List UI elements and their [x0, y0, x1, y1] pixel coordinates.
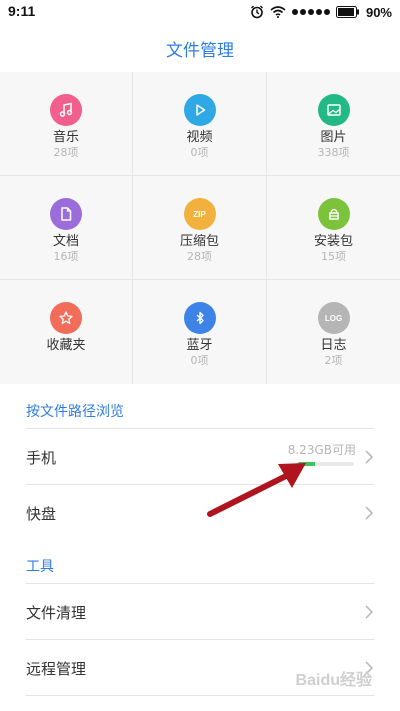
category-bluetooth[interactable]: 蓝牙 0项 [133, 280, 267, 384]
category-video[interactable]: 视频 0项 [133, 72, 267, 176]
document-icon [50, 198, 82, 230]
row-label: 手机 [26, 449, 57, 467]
battery-percent: 90% [365, 4, 392, 20]
category-favorites[interactable]: 收藏夹 [0, 280, 133, 384]
storage-available-text: 8.23GB可用 [287, 443, 356, 457]
kuaipan-row[interactable]: 快盘 [0, 485, 400, 540]
category-label: 图片 [320, 130, 347, 145]
category-documents[interactable]: 文档 16项 [0, 176, 133, 280]
category-archives[interactable]: ZIP 压缩包 28项 [133, 176, 267, 280]
alarm-icon [250, 5, 263, 19]
status-time: 9:11 [8, 3, 36, 19]
category-grid: 音乐 28项 视频 0项 图片 338项 文档 16项 ZIP 压缩包 28项 [0, 72, 400, 384]
zip-icon: ZIP [183, 198, 216, 230]
category-packages[interactable]: 安装包 15项 [267, 176, 400, 280]
category-label: 视频 [186, 130, 213, 145]
chevron-right-icon [365, 605, 374, 619]
category-label: 日志 [320, 338, 347, 353]
package-icon [317, 198, 350, 230]
category-count: 15项 [321, 250, 346, 263]
chevron-right-icon [365, 506, 374, 520]
category-count: 0项 [190, 146, 209, 159]
category-count: 2项 [324, 354, 343, 367]
phone-storage-row[interactable]: 手机 8.23GB可用 [0, 429, 400, 484]
file-cleanup-row[interactable]: 文件清理 [0, 584, 400, 639]
page-title: 文件管理 [166, 40, 234, 61]
category-images[interactable]: 图片 338项 [267, 72, 400, 176]
battery-icon [335, 6, 359, 18]
browse-section-header: 按文件路径浏览 [26, 404, 124, 420]
storage-usage-bar [298, 462, 354, 466]
row-label: 远程管理 [26, 660, 87, 678]
bluetooth-icon [183, 302, 216, 334]
music-note-icon [50, 94, 82, 126]
signal-strength-icon [291, 9, 330, 15]
category-count: 28项 [187, 250, 212, 263]
category-count: 338项 [317, 146, 350, 159]
row-label: 文件清理 [26, 604, 87, 622]
title-bar: 文件管理 [0, 24, 400, 73]
category-count: 16项 [53, 250, 79, 263]
category-label: 文档 [52, 234, 79, 249]
status-bar: 9:11 90% [0, 0, 400, 24]
log-icon: LOG [317, 302, 350, 334]
play-icon [183, 94, 216, 126]
chevron-right-icon [365, 450, 374, 464]
divider [26, 695, 374, 696]
category-label: 蓝牙 [186, 338, 213, 353]
category-label: 音乐 [52, 130, 79, 145]
storage-usage-fill [298, 462, 315, 466]
category-logs[interactable]: LOG 日志 2项 [267, 280, 400, 384]
star-icon [50, 302, 82, 334]
log-icon-text: LOG [324, 313, 343, 323]
category-label: 收藏夹 [46, 338, 86, 353]
category-count: 28项 [53, 146, 79, 159]
image-icon [317, 94, 350, 126]
category-label: 安装包 [313, 234, 353, 249]
zip-icon-text: ZIP [193, 209, 206, 219]
status-icons: 90% [250, 3, 392, 21]
category-count: 0项 [190, 354, 209, 367]
wifi-icon [270, 6, 286, 18]
category-music[interactable]: 音乐 28项 [0, 72, 133, 176]
category-label: 压缩包 [179, 234, 219, 249]
tools-section-header: 工具 [26, 559, 54, 575]
watermark: Baidu经验 [295, 672, 372, 689]
row-label: 快盘 [26, 505, 57, 523]
